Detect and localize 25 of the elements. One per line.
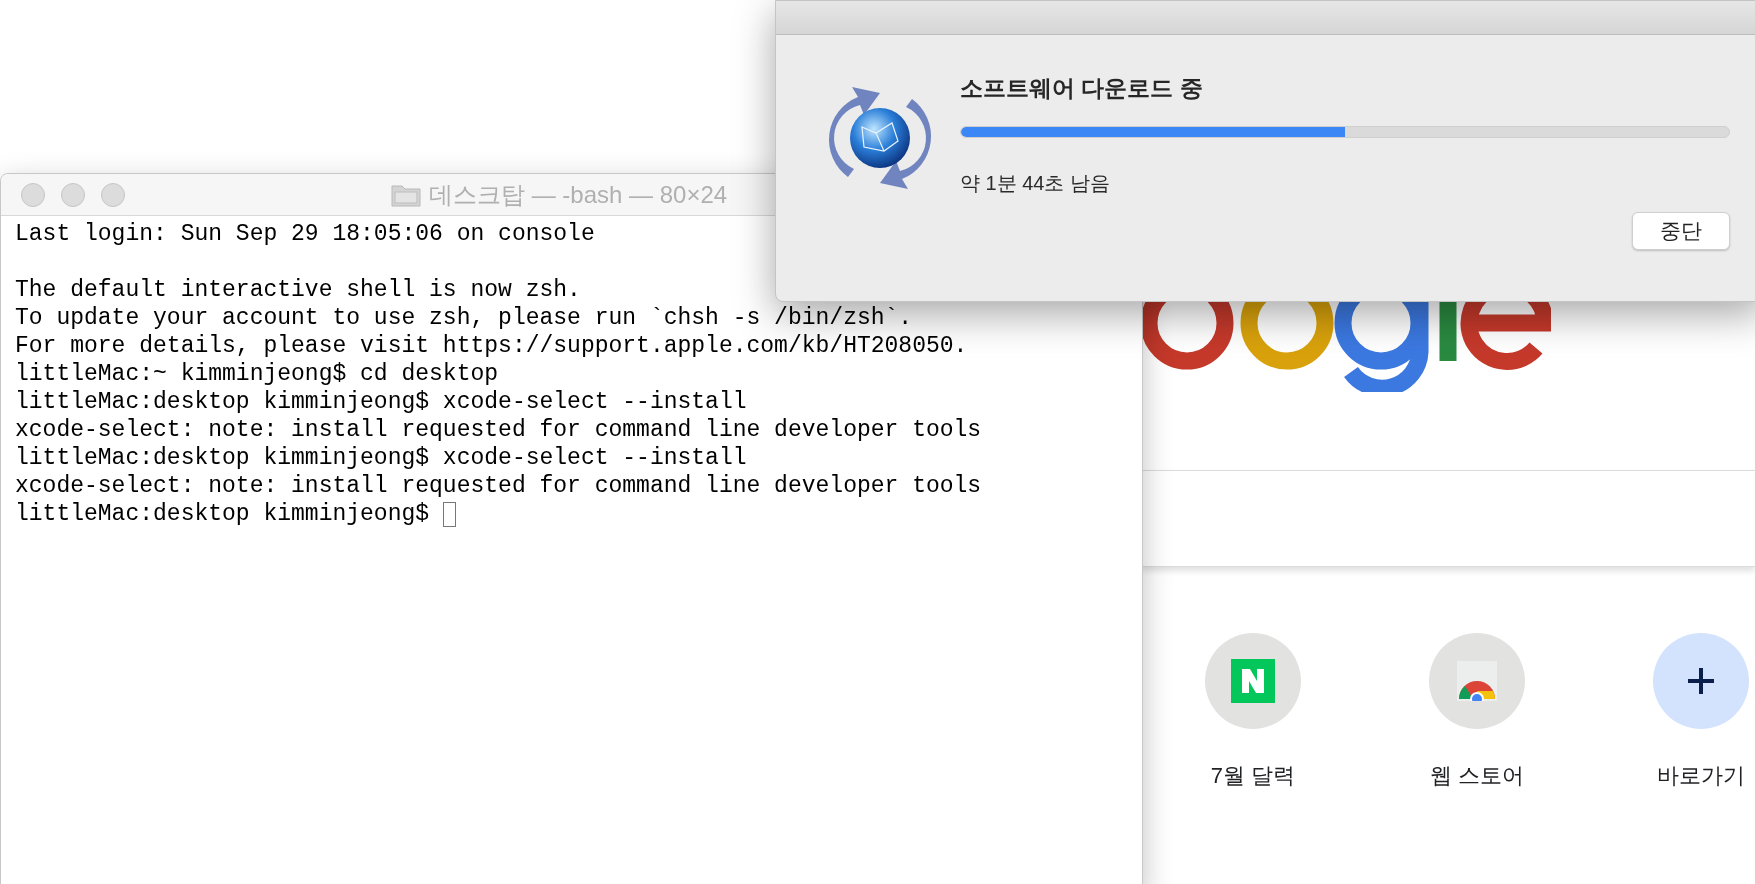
stop-button[interactable]: 중단 <box>1632 211 1730 250</box>
shortcut-label[interactable]: 7월 달력 <box>1210 759 1296 792</box>
terminal-line: littleMac:desktop kimminjeong$ xcode-select --install <box>15 444 747 472</box>
terminal-line: littleMac:desktop kimminjeong$ xcode-select --install <box>15 388 747 416</box>
search-box[interactable] <box>1141 470 1755 567</box>
time-remaining: 약 1분 44초 남음 <box>960 170 1112 196</box>
shortcut-label[interactable]: 웹 스토어 <box>1429 759 1525 792</box>
terminal-line: littleMac:~ kimminjeong$ cd desktop <box>15 360 499 388</box>
n-logo-icon <box>1231 659 1275 703</box>
zoom-button[interactable] <box>101 182 125 207</box>
plus-icon <box>1686 666 1716 696</box>
store-icon <box>1457 661 1497 701</box>
terminal-line: To update your account to use zsh, please run `chsh -s /bin/zsh`. <box>15 304 913 332</box>
close-button[interactable] <box>21 182 45 207</box>
window-title: 데스크탑 — -bash — 80×24 <box>429 179 728 210</box>
minimize-button[interactable] <box>61 182 85 207</box>
shortcut-label[interactable]: 바로가기 <box>1657 759 1745 792</box>
terminal-line: Last login: Sun Sep 29 18:05:06 on console <box>15 220 595 248</box>
terminal-line: For more details, please visit https://support.apple.com/kb/HT208050. <box>15 332 968 360</box>
terminal-line: The default interactive shell is now zsh. <box>15 276 581 304</box>
dialog-title: 소프트웨어 다운로드 중 <box>960 74 1204 103</box>
terminal-line: littleMac:desktop kimminjeong$ <box>15 500 431 528</box>
folder-icon <box>391 182 421 207</box>
terminal-line: xcode-select: note: install requested for command line developer tools <box>15 416 982 444</box>
terminal-line: xcode-select: note: install requested for command line developer tools <box>15 472 982 500</box>
